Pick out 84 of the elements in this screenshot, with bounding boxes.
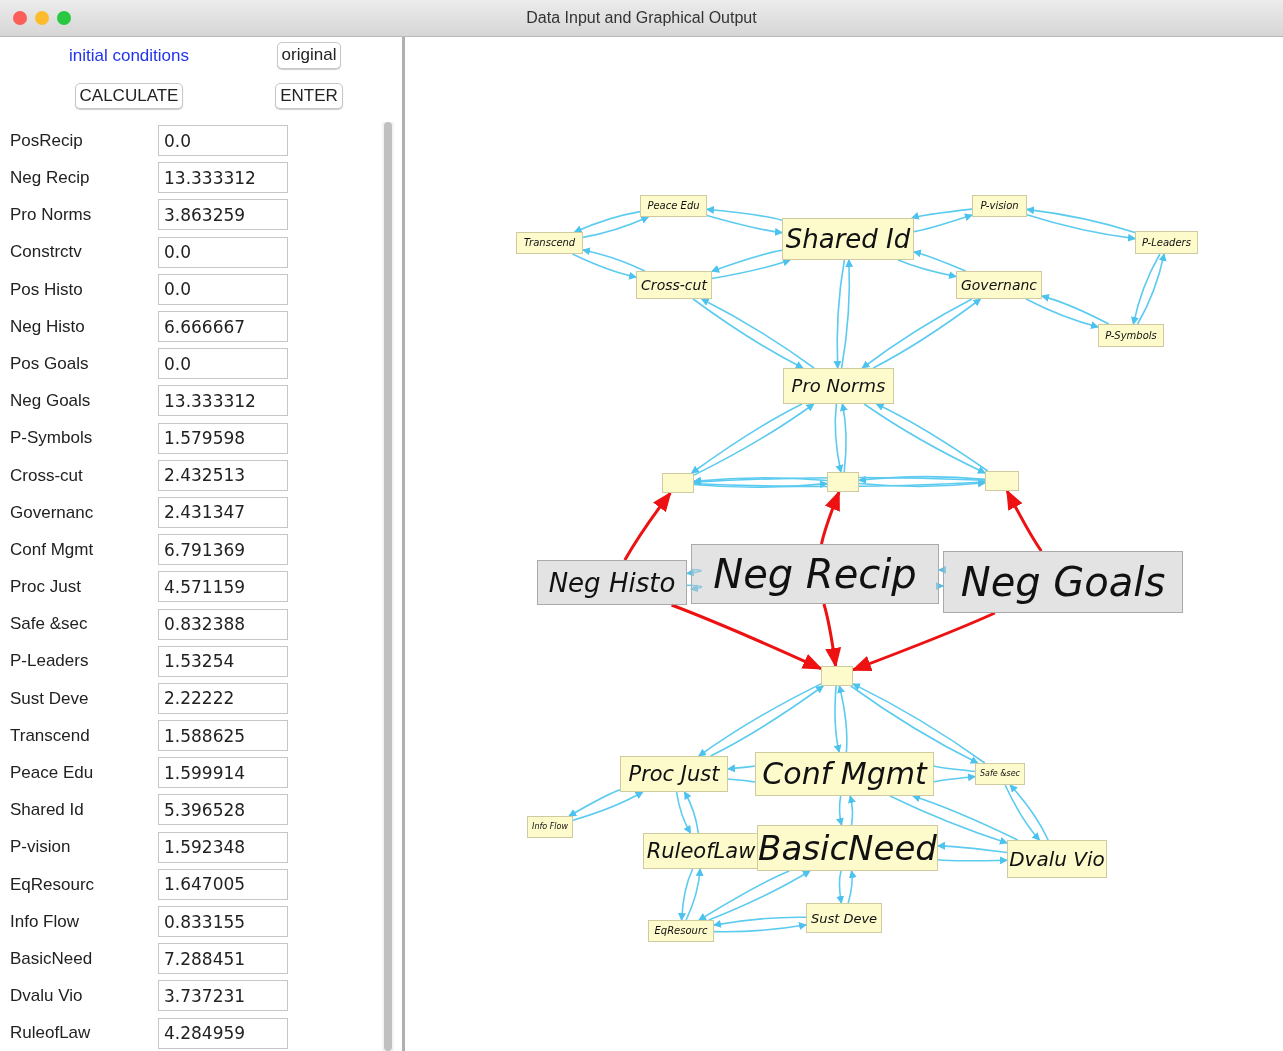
input-field[interactable]: 1.599914 xyxy=(158,757,288,789)
input-field[interactable]: 0.0 xyxy=(158,236,288,268)
scrollbar-thumb[interactable] xyxy=(384,122,392,1051)
graph-node: Safe &sec xyxy=(975,763,1025,785)
field-label: Cross-cut xyxy=(9,464,84,487)
input-field[interactable]: 1.579598 xyxy=(158,422,288,454)
input-field[interactable]: 13.333312 xyxy=(158,162,288,194)
graph-node: Neg Recip xyxy=(691,544,939,604)
graph-node: EqResourc xyxy=(648,920,714,942)
graph-node: Proc Just xyxy=(620,756,728,792)
field-label: Peace Edu xyxy=(9,762,95,785)
input-field[interactable]: 0.0 xyxy=(158,125,288,157)
input-field[interactable]: 5.396528 xyxy=(158,794,288,826)
input-field[interactable]: 7.288451 xyxy=(158,943,288,975)
field-label: Neg Goals xyxy=(9,390,92,413)
field-label: Pos Goals xyxy=(9,352,90,375)
input-field[interactable]: 0.833155 xyxy=(158,906,288,938)
node-box xyxy=(985,471,1019,491)
graph-node: Governanc xyxy=(956,271,1042,299)
input-field[interactable]: 0.0 xyxy=(158,273,288,305)
graph-node: Sust Deve xyxy=(806,903,882,933)
field-label: PosRecip xyxy=(9,129,84,152)
graph-node: Conf Mgmt xyxy=(755,752,934,796)
input-field[interactable]: 1.647005 xyxy=(158,868,288,900)
node-box xyxy=(821,666,853,686)
graph-node: Cross-cut xyxy=(636,271,712,299)
input-field[interactable]: 0.0 xyxy=(158,348,288,380)
input-field[interactable]: 4.571159 xyxy=(158,571,288,603)
field-label: Dvalu Vio xyxy=(9,985,84,1008)
field-label: BasicNeed xyxy=(9,947,94,970)
input-field[interactable]: 3.863259 xyxy=(158,199,288,231)
graph-node: P-Leaders xyxy=(1135,231,1198,254)
field-label: Pos Histo xyxy=(9,278,84,301)
field-label: Safe &sec xyxy=(9,613,89,636)
window-title: Data Input and Graphical Output xyxy=(526,9,757,26)
field-label: Governanc xyxy=(9,501,95,524)
input-field[interactable]: 13.333312 xyxy=(158,385,288,417)
field-label: Neg Recip xyxy=(9,167,91,190)
input-field[interactable]: 0.832388 xyxy=(158,608,288,640)
input-field[interactable]: 2.22222 xyxy=(158,682,288,714)
input-field[interactable]: 3.737231 xyxy=(158,980,288,1012)
node-box xyxy=(662,473,694,493)
field-label: P-Leaders xyxy=(9,650,90,673)
field-label: EqResourc xyxy=(9,873,96,896)
field-label: Transcend xyxy=(9,724,91,747)
graph-node: Info Flow xyxy=(527,816,573,838)
original-button[interactable]: original xyxy=(276,42,342,69)
field-label: Constrctv xyxy=(9,241,83,264)
field-label: P-vision xyxy=(9,836,72,859)
graph-node: Neg Histo xyxy=(537,560,687,605)
input-field[interactable]: 1.592348 xyxy=(158,831,288,863)
field-label: P-Symbols xyxy=(9,427,94,450)
field-label: Neg Histo xyxy=(9,315,86,338)
input-field[interactable]: 4.284959 xyxy=(158,1017,288,1049)
enter-button[interactable]: ENTER xyxy=(275,82,343,110)
field-label: Sust Deve xyxy=(9,687,90,710)
input-field[interactable]: 1.588625 xyxy=(158,720,288,752)
graph-node: Dvalu Vio xyxy=(1007,840,1107,878)
graph-node: Peace Edu xyxy=(640,195,707,217)
field-label: Shared Id xyxy=(9,799,85,822)
graph-node: P-Symbols xyxy=(1098,324,1164,347)
input-field[interactable]: 6.666667 xyxy=(158,311,288,343)
input-field[interactable]: 2.431347 xyxy=(158,496,288,528)
input-field[interactable]: 2.432513 xyxy=(158,459,288,491)
input-field[interactable]: 1.53254 xyxy=(158,645,288,677)
field-label: RuleofLaw xyxy=(9,1022,92,1045)
graph-node: Transcend xyxy=(516,232,583,254)
graph-node: Neg Goals xyxy=(943,551,1183,613)
graph-node: Shared Id xyxy=(782,218,914,260)
graph-node: Pro Norms xyxy=(783,368,894,404)
calculate-button[interactable]: CALCULATE xyxy=(74,82,184,110)
field-label: Proc Just xyxy=(9,576,82,599)
node-box xyxy=(827,472,859,492)
close-icon[interactable] xyxy=(13,11,27,25)
field-label: Info Flow xyxy=(9,910,80,933)
zoom-icon[interactable] xyxy=(57,11,71,25)
field-label: Pro Norms xyxy=(9,204,93,227)
input-field[interactable]: 6.791369 xyxy=(158,534,288,566)
minimize-icon[interactable] xyxy=(35,11,49,25)
graph-node: P-vision xyxy=(972,195,1027,217)
graph-node: RuleofLaw xyxy=(643,833,759,869)
field-label: Conf Mgmt xyxy=(9,538,95,561)
initial-conditions-link[interactable]: initial conditions xyxy=(69,42,189,69)
graph-node: BasicNeed xyxy=(757,825,938,871)
